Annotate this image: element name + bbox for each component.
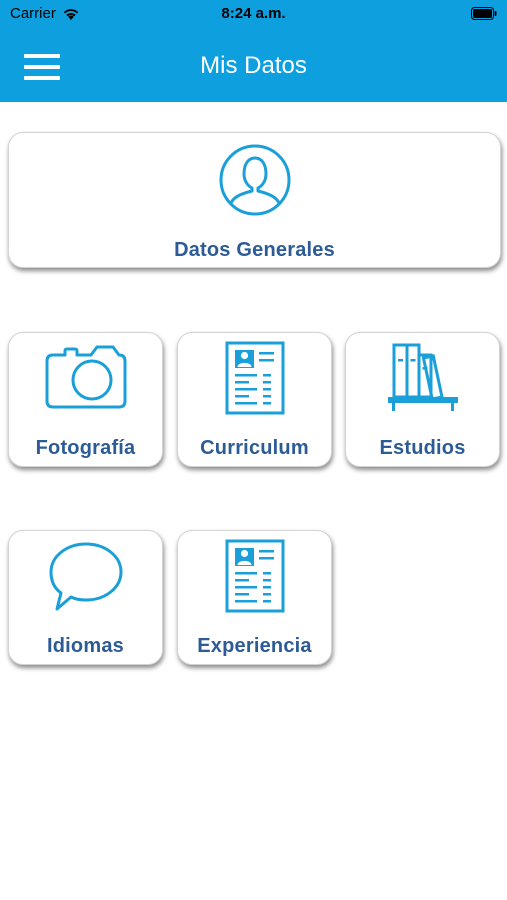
user-profile-icon xyxy=(219,144,290,216)
idiomas-card[interactable]: Idiomas xyxy=(8,530,163,665)
resume-document-icon xyxy=(225,341,284,415)
estudios-card[interactable]: Estudios xyxy=(345,332,500,467)
speech-bubble-icon xyxy=(49,542,122,611)
fotografia-label: Fotografía xyxy=(35,437,136,459)
experiencia-card[interactable]: Experiencia xyxy=(177,530,332,665)
idiomas-label: Idiomas xyxy=(47,635,124,657)
curriculum-label: Curriculum xyxy=(200,437,309,459)
resume-document-icon xyxy=(225,539,284,613)
status-time: 8:24 a.m. xyxy=(221,5,286,22)
datos-generales-label: Datos Generales xyxy=(174,239,335,261)
bookshelf-icon xyxy=(387,343,458,411)
datos-generales-card[interactable]: Datos Generales xyxy=(8,132,501,268)
page-title: Mis Datos xyxy=(200,52,307,79)
status-bar: Carrier 8:24 a.m. xyxy=(0,0,507,30)
camera-icon xyxy=(45,345,126,409)
experiencia-label: Experiencia xyxy=(197,635,312,657)
battery-icon xyxy=(471,7,497,20)
nav-bar: Mis Datos xyxy=(0,30,507,102)
estudios-label: Estudios xyxy=(379,437,466,459)
fotografia-card[interactable]: Fotografía xyxy=(8,332,163,467)
curriculum-card[interactable]: Curriculum xyxy=(177,332,332,467)
